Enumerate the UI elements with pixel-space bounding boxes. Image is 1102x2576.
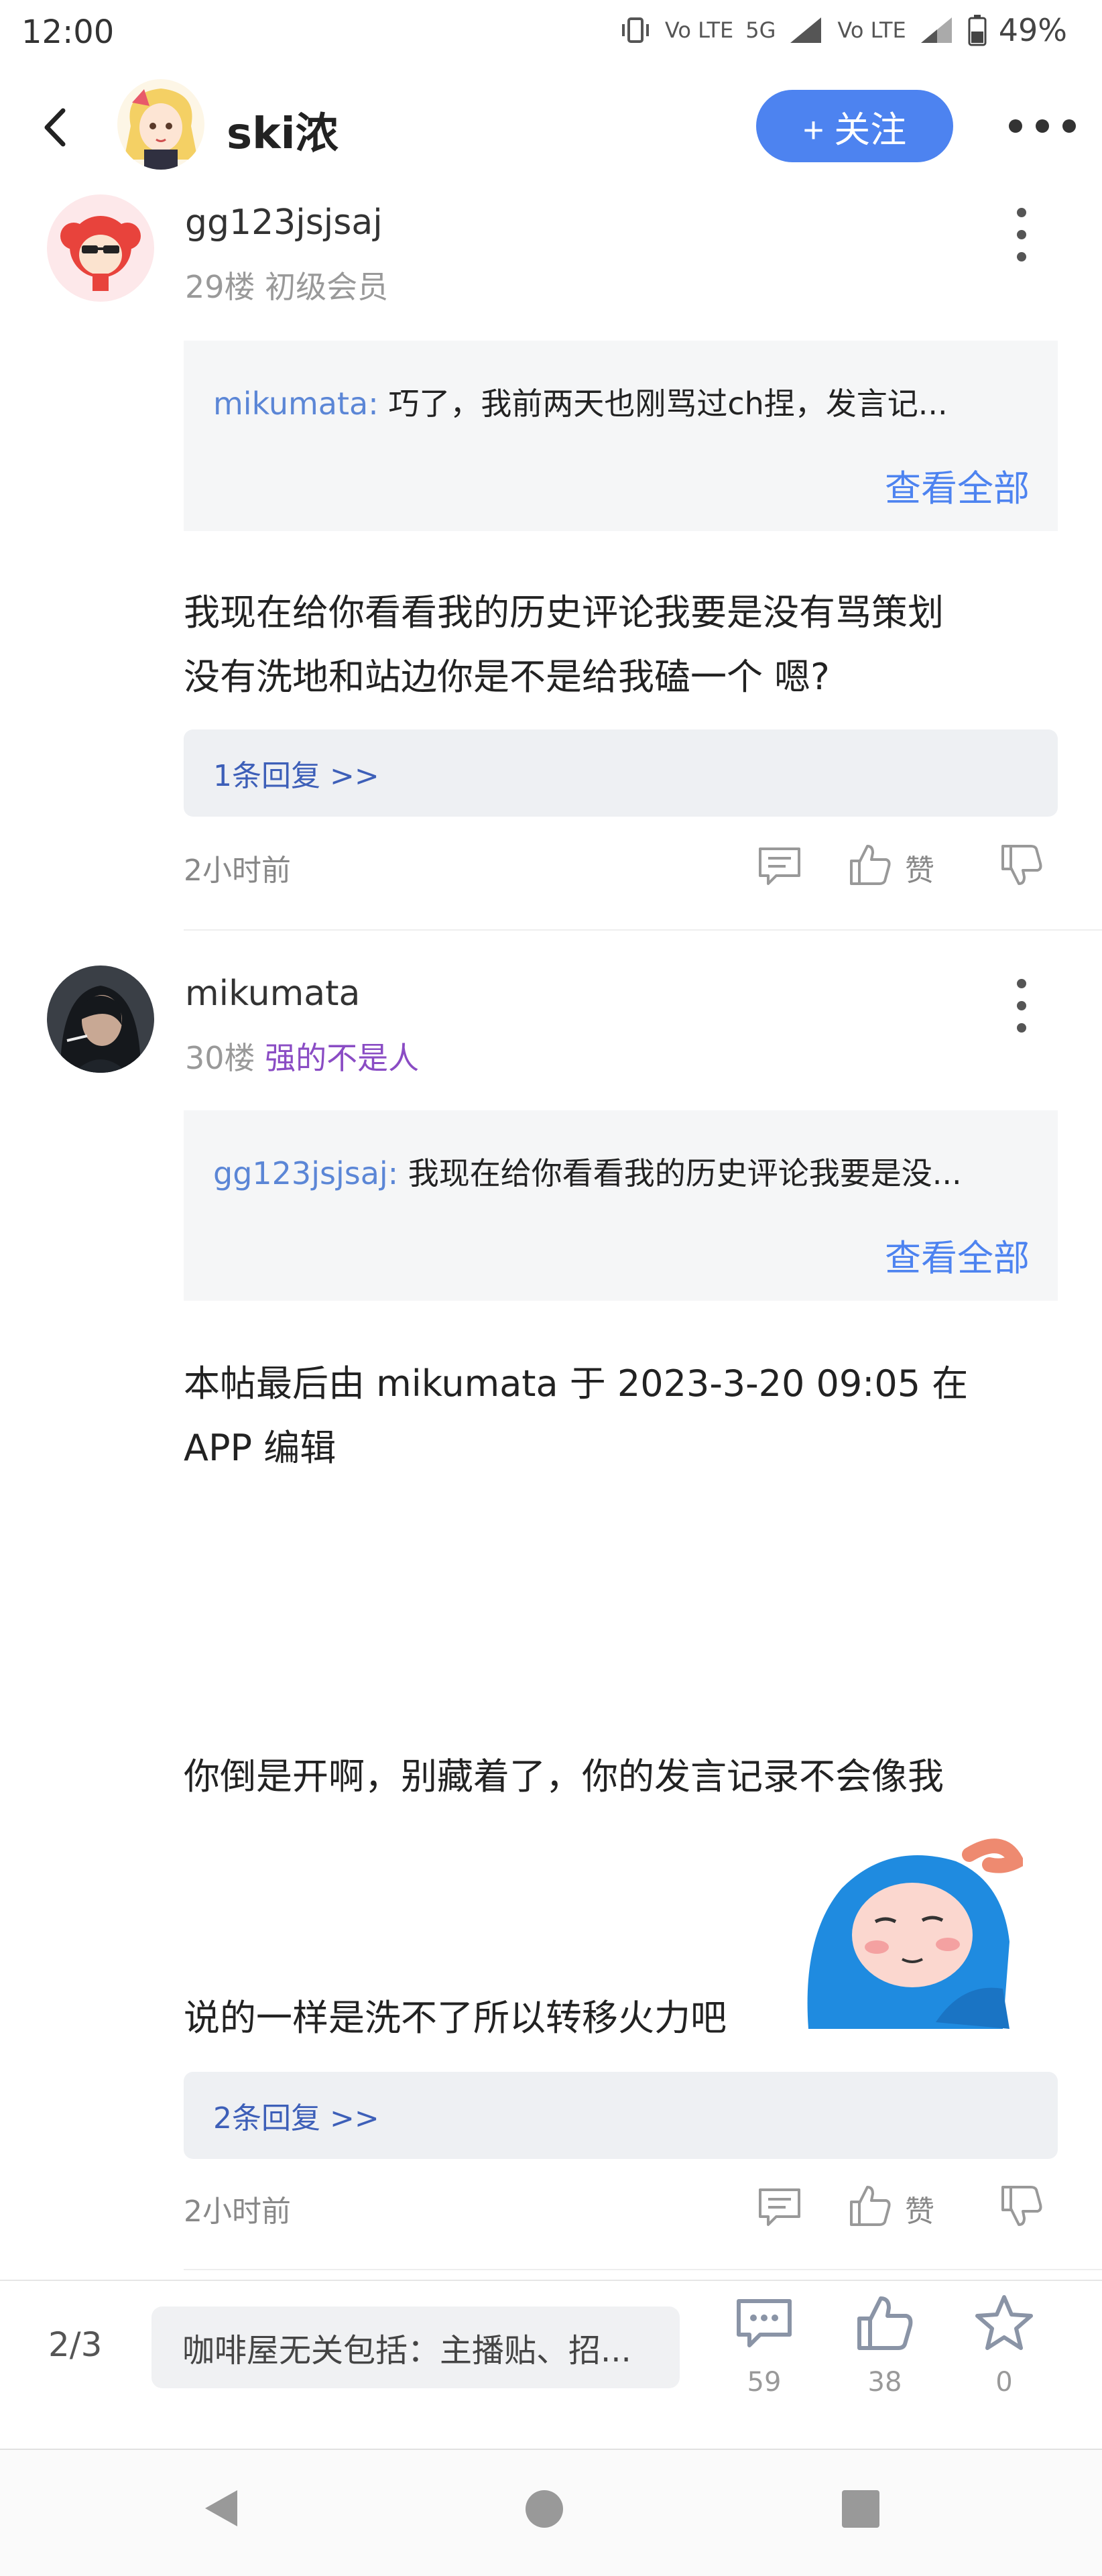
quote-line: mikumata: 巧了，我前两天也刚骂过ch捏，发言记... (213, 379, 1038, 424)
follow-button[interactable]: + 关注 (756, 90, 953, 162)
quote-author[interactable]: mikumata: (213, 386, 379, 422)
like-icon[interactable] (854, 2292, 916, 2353)
nav-home-icon[interactable] (524, 2489, 564, 2529)
commenter-avatar[interactable] (47, 965, 154, 1073)
vibrate-icon (621, 17, 649, 43)
volte-label-2: Vo LTE (837, 17, 906, 43)
comment-body-line: APP 编辑 (184, 1427, 336, 1469)
forum-link[interactable]: 咖啡屋无关包括：主播贴、招... (151, 2306, 680, 2388)
replies-link[interactable]: 1条回复 >> (213, 752, 379, 795)
like-label[interactable]: 赞 (905, 2187, 934, 2230)
comment-divider (184, 2269, 1102, 2270)
sticker-image (807, 1838, 1023, 2029)
battery-icon (968, 15, 987, 46)
author-name[interactable]: ski浓 (227, 99, 339, 161)
page-indicator[interactable]: 2/3 (48, 2325, 102, 2364)
member-level: 强的不是人 (265, 1040, 420, 1076)
member-level: 初级会员 (265, 269, 389, 305)
reply-icon[interactable] (756, 842, 803, 889)
favorite-count: 0 (995, 2367, 1013, 2398)
dislike-icon[interactable] (997, 842, 1044, 889)
comment-icon[interactable] (733, 2293, 795, 2355)
floor-info: 30楼 强的不是人 (185, 1034, 419, 1078)
replies-box[interactable]: 1条回复 >> (184, 729, 1058, 817)
quote-text: 巧了，我前两天也刚骂过ch捏，发言记... (388, 386, 948, 422)
signal-icon (790, 17, 822, 43)
comment-body-line: 我现在给你看看我的历史评论我要是没有骂策划 (184, 591, 944, 634)
quote-author[interactable]: gg123jsjsaj: (213, 1155, 398, 1191)
reply-icon[interactable] (756, 2183, 803, 2230)
commenter-avatar[interactable] (47, 194, 154, 302)
quote-box[interactable]: mikumata: 巧了，我前两天也刚骂过ch捏，发言记... 查看全部 (184, 341, 1058, 531)
comment-divider (184, 929, 1102, 931)
back-arrow-icon[interactable] (35, 97, 75, 158)
floor-number: 29楼 (185, 269, 255, 305)
comment-time: 2小时前 (184, 854, 291, 888)
replies-link[interactable]: 2条回复 >> (213, 2094, 379, 2137)
quote-box[interactable]: gg123jsjsaj: 我现在给你看看我的历史评论我要是没... 查看全部 (184, 1110, 1058, 1301)
favorite-star-icon[interactable] (973, 2292, 1035, 2353)
comment-time: 2小时前 (184, 2194, 291, 2229)
dislike-icon[interactable] (997, 2183, 1044, 2230)
view-all-link[interactable]: 查看全部 (885, 1228, 1030, 1281)
comment-more-icon[interactable] (1014, 979, 1030, 1033)
quote-text: 我现在给你看看我的历史评论我要是没... (408, 1155, 962, 1191)
status-bar: 12:00 Vo LTE 5G Vo LTE 49% (0, 0, 1102, 70)
author-avatar[interactable] (117, 79, 204, 170)
comment-body-line: 没有洗地和站边你是不是给我磕一个 嗯? (184, 656, 830, 698)
more-horizontal-icon[interactable] (1009, 119, 1076, 135)
comment-body-line: 本帖最后由 mikumata 于 2023-3-20 09:05 在 (184, 1362, 969, 1405)
replies-box[interactable]: 2条回复 >> (184, 2072, 1058, 2159)
like-count: 38 (867, 2367, 902, 2398)
nav-recents-icon[interactable] (841, 2489, 881, 2529)
signal-icon-2 (920, 17, 952, 43)
status-icons: Vo LTE 5G Vo LTE 49% (618, 12, 1067, 48)
commenter-username[interactable]: mikumata (185, 974, 360, 1014)
like-icon[interactable] (846, 841, 893, 888)
commenter-username[interactable]: gg123jsjsaj (185, 202, 383, 243)
floor-number: 30楼 (185, 1040, 255, 1076)
nav-back-icon[interactable] (198, 2485, 245, 2532)
comment-body-line: 说的一样是洗不了所以转移火力吧 (184, 1997, 727, 2039)
comment-more-icon[interactable] (1014, 208, 1030, 261)
status-time: 12:00 (21, 13, 115, 51)
quote-line: gg123jsjsaj: 我现在给你看看我的历史评论我要是没... (213, 1149, 1038, 1193)
like-icon[interactable] (846, 2182, 893, 2229)
network-label: 5G (745, 17, 776, 43)
battery-percent: 49% (998, 12, 1067, 48)
like-label[interactable]: 赞 (905, 846, 934, 889)
volte-label: Vo LTE (664, 17, 734, 43)
view-all-link[interactable]: 查看全部 (885, 459, 1030, 512)
floor-info: 29楼 初级会员 (185, 263, 388, 307)
comment-count: 59 (747, 2367, 782, 2398)
comment-body-line: 你倒是开啊，别藏着了，你的发言记录不会像我 (184, 1755, 944, 1798)
